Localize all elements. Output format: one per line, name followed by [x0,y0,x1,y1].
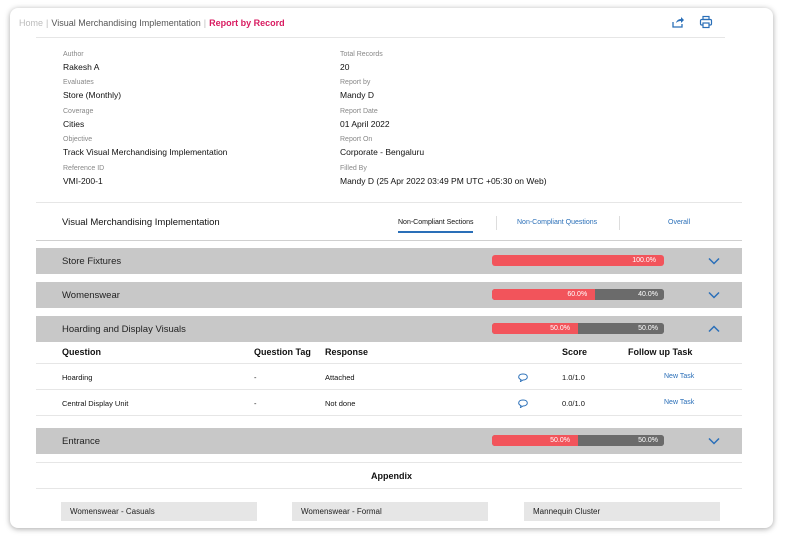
non-compliant-fill: 50.0% [492,435,578,446]
response-text: Not done [325,399,356,408]
question-tag: - [254,373,257,382]
meta-report-on: Report On Corporate - Bengaluru [340,136,425,158]
compliant-fill: 50.0% [578,323,664,334]
col-question-tag: Question Tag [254,347,311,357]
chevron-down-icon[interactable] [708,290,720,300]
score-value: 0.0/1.0 [562,399,585,408]
share-pdf-icon[interactable] [671,15,685,34]
table-row: Hoarding - Attached 1.0/1.0 New Task [36,364,742,390]
comment-icon[interactable] [518,373,528,382]
table-header: Question Question Tag Response Score Fol… [36,341,742,364]
section-name: Store Fixtures [62,256,122,267]
compliant-fill: 50.0% [578,435,664,446]
meta-total-records: Total Records 20 [340,51,383,72]
response-text: Attached [325,373,355,382]
col-score: Score [562,347,588,357]
non-compliant-fill: 100.0% [492,255,664,266]
meta-objective: Objective Track Visual Merchandising Impl… [63,136,228,158]
question-tag: - [254,399,257,408]
meta-coverage: Coverage Cities [63,107,94,129]
table-row: Central Display Unit - Not done 0.0/1.0 … [36,390,742,416]
compliance-progress: 50.0% 50.0% [492,323,664,334]
section-name: Womenswear [62,290,120,301]
meta-report-by: Report by Mandy D [340,79,375,101]
col-response: Response [325,347,369,357]
section-bar-entrance[interactable]: Entrance 50.0% 50.0% [36,428,742,454]
comment-icon[interactable] [518,399,528,408]
breadcrumb-current: Report by Record [209,18,285,28]
top-bar: Home | Visual Merchandising Implementation… [10,8,773,38]
chevron-down-icon[interactable] [708,256,720,266]
section-bar-hoarding-display[interactable]: Hoarding and Display Visuals 50.0% 50.0% [36,316,742,342]
appendix-item[interactable]: Mannequin Cluster [524,502,720,521]
report-window: Home | Visual Merchandising Implementation… [10,8,773,528]
meta-author: Author Rakesh A [63,51,100,72]
appendix-title: Appendix [370,471,412,481]
compliant-fill: 40.0% [595,289,664,300]
new-task-link[interactable]: New Task [664,373,694,380]
breadcrumb-home[interactable]: Home [19,18,43,28]
tab-divider [496,216,497,230]
section-name: Entrance [62,436,101,447]
metadata-left-column: Author Rakesh A Evaluates Store (Monthly) … [63,50,363,192]
section-name: Hoarding and Display Visuals [62,324,186,335]
meta-report-date: Report Date 01 April 2022 [340,107,390,129]
tab-non-compliant-questions[interactable]: Non-Compliant Questions [517,219,597,226]
compliance-progress: 50.0% 50.0% [492,435,664,446]
col-follow-up-task: Follow up Task [628,347,693,357]
divider [36,37,725,38]
section-bar-womenswear[interactable]: Womenswear 60.0% 40.0% [36,282,742,308]
meta-evaluates: Evaluates Store (Monthly) [63,79,122,101]
tab-non-compliant-sections[interactable]: Non-Compliant Sections [398,219,474,233]
question-text: Hoarding [62,373,93,382]
non-compliant-fill: 50.0% [492,323,578,334]
question-text: Central Display Unit [62,399,129,408]
divider [36,488,742,489]
section-header: Visual Merchandising Implementation Non-… [36,202,742,241]
compliance-progress: 60.0% 40.0% [492,289,664,300]
compliance-progress: 100.0% [492,255,664,266]
new-task-link[interactable]: New Task [664,399,694,406]
meta-filled-by: Filled By Mandy D (25 Apr 2022 03:49 PM U… [340,164,547,186]
col-question: Question [62,347,102,357]
breadcrumb: Home | Visual Merchandising Implementation… [19,18,285,28]
print-icon[interactable] [699,15,713,34]
chevron-down-icon[interactable] [708,436,720,446]
metadata-right-column: Total Records 20 Report by Mandy D Report … [340,50,640,192]
toolbar-icons [671,15,713,34]
tab-divider [619,216,620,230]
chevron-up-icon[interactable] [708,324,720,334]
meta-reference-id: Reference ID VMI-200-1 [63,164,105,186]
question-table: Question Question Tag Response Score Fol… [36,341,742,416]
appendix-item[interactable]: Womenswear - Formal [292,502,488,521]
tab-overall[interactable]: Overall [668,219,690,226]
score-value: 1.0/1.0 [562,373,585,382]
section-bar-store-fixtures[interactable]: Store Fixtures 100.0% [36,248,742,274]
appendix-item[interactable]: Womenswear - Casuals [61,502,257,521]
divider [36,462,742,463]
section-title: Visual Merchandising Implementation [62,217,220,228]
breadcrumb-parent[interactable]: Visual Merchandising Implementation [51,18,200,28]
non-compliant-fill: 60.0% [492,289,596,300]
